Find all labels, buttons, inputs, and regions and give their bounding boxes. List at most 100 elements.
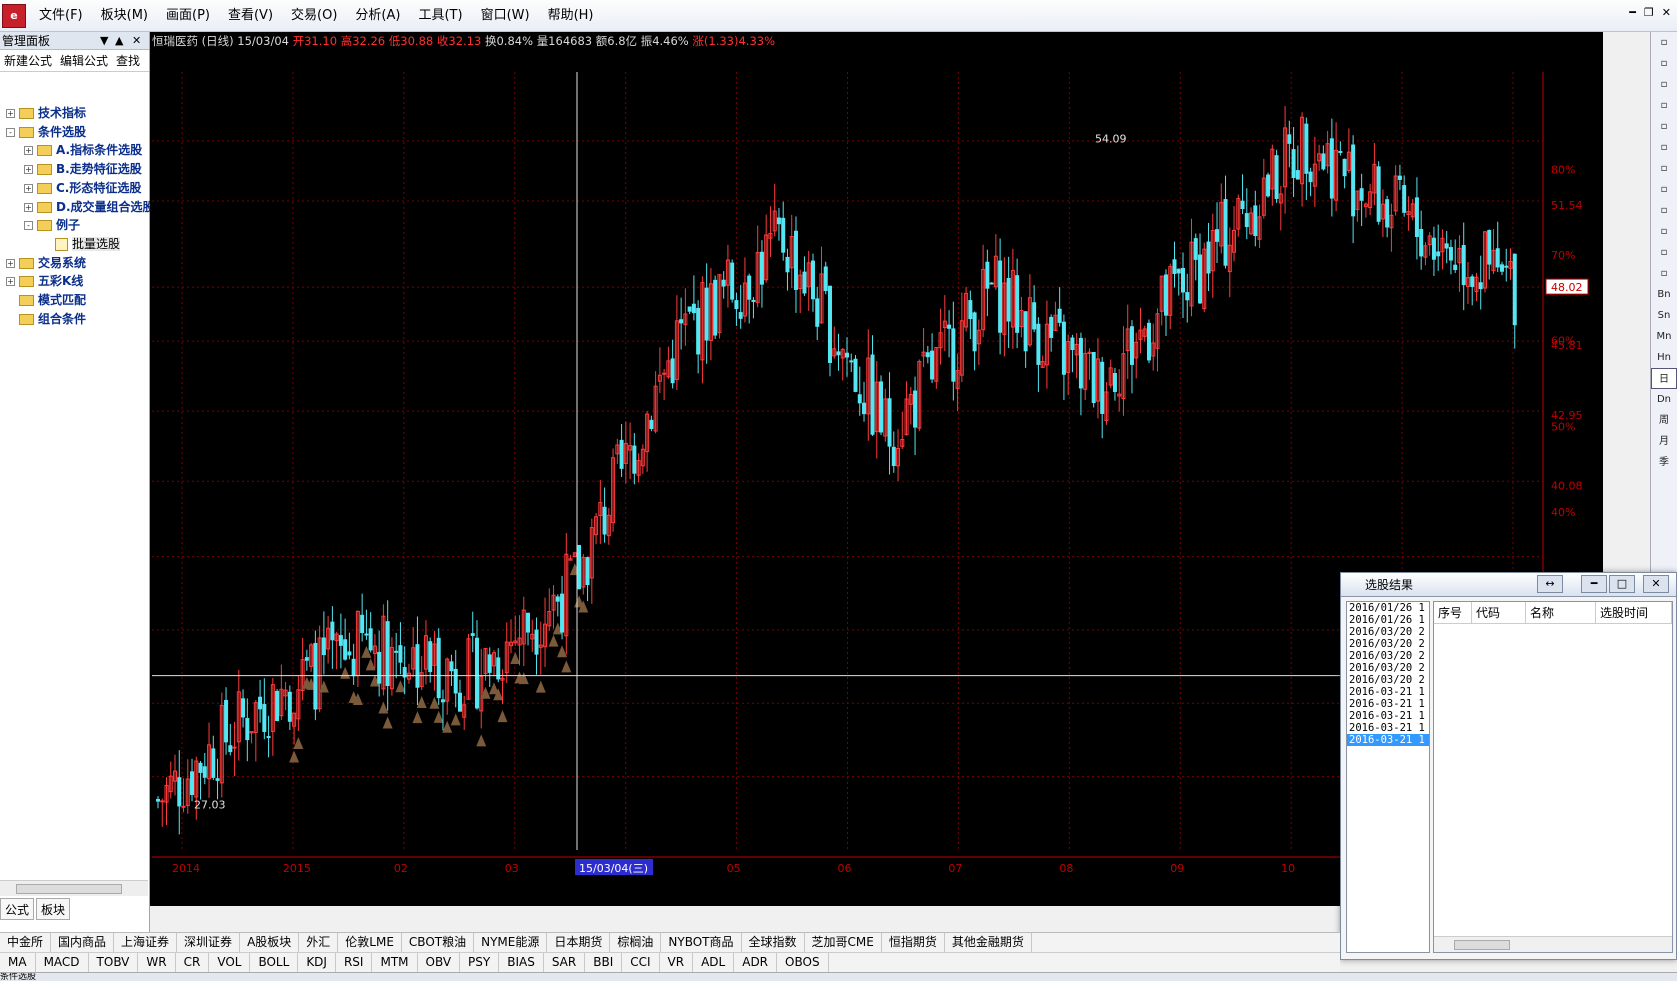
expand-toggle-icon[interactable]: + <box>6 258 15 268</box>
indicator-tab[interactable]: CCI <box>622 953 660 972</box>
indicator-tab[interactable]: WR <box>138 953 176 972</box>
indicator-tab[interactable]: SAR <box>544 953 586 972</box>
toolbar-icon[interactable]: ▫ <box>1651 221 1677 242</box>
menu-2[interactable]: 画面(P) <box>157 0 219 32</box>
period-button[interactable]: Dn <box>1651 389 1677 410</box>
panel-scrollbar[interactable] <box>0 880 148 896</box>
column-header[interactable]: 代码 <box>1472 602 1526 623</box>
toolbar-icon[interactable]: ▫ <box>1651 53 1677 74</box>
panel-tab-0[interactable]: 公式 <box>0 898 35 920</box>
menu-0[interactable]: 文件(F) <box>30 0 92 32</box>
indicator-tab[interactable]: OBOS <box>777 953 829 972</box>
close-icon[interactable]: ✕ <box>1662 6 1671 19</box>
result-list-item[interactable]: 2016/03/20 2 <box>1347 650 1429 662</box>
toolbar-icon[interactable]: ▫ <box>1651 158 1677 179</box>
result-list-item[interactable]: 2016/03/20 2 <box>1347 638 1429 650</box>
restore-icon[interactable]: ❐ <box>1644 6 1654 19</box>
toolbar-button-0[interactable]: 新建公式 <box>4 52 52 69</box>
scroll-thumb[interactable] <box>16 884 122 894</box>
indicator-tab[interactable]: BIAS <box>499 953 544 972</box>
result-list-item[interactable]: 2016/03/20 2 <box>1347 674 1429 686</box>
menu-3[interactable]: 查看(V) <box>219 0 282 32</box>
indicator-tab[interactable]: PSY <box>460 953 500 972</box>
result-list-item[interactable]: 2016/03/20 2 <box>1347 626 1429 638</box>
result-list-item[interactable]: 2016-03-21 1 <box>1347 710 1429 722</box>
period-button[interactable]: 周 <box>1651 410 1677 431</box>
period-button[interactable]: Mn <box>1651 326 1677 347</box>
tree-item[interactable]: - 条件选股 <box>6 123 86 142</box>
tree-item[interactable]: + 五彩K线 <box>6 272 83 291</box>
result-date-list[interactable]: 2016/01/26 1 2016/01/26 1 2016/03/20 2 2016… <box>1346 601 1430 953</box>
toolbar-button-2[interactable]: 查找 <box>116 52 140 69</box>
market-tab[interactable]: 日本期货 <box>547 933 611 952</box>
market-tab[interactable]: 深圳证券 <box>177 933 241 952</box>
indicator-tab[interactable]: CR <box>176 953 210 972</box>
indicator-tab[interactable]: BBI <box>585 953 623 972</box>
result-window-title-bar[interactable]: 选股结果 ↔ ━ □ ✕ <box>1341 573 1676 597</box>
toolbar-icon[interactable]: ▫ <box>1651 263 1677 284</box>
expand-toggle-icon[interactable]: - <box>24 221 33 231</box>
column-header[interactable]: 选股时间 <box>1596 602 1672 623</box>
tree-item[interactable]: 组合条件 <box>6 310 86 329</box>
menu-5[interactable]: 分析(A) <box>346 0 409 32</box>
result-list-item[interactable]: 2016-03-21 1 <box>1347 722 1429 734</box>
expand-toggle-icon[interactable]: + <box>6 109 15 118</box>
tree-item[interactable]: + A.指标条件选股 <box>24 141 142 160</box>
menu-1[interactable]: 板块(M) <box>92 0 157 32</box>
market-tab[interactable]: NYME能源 <box>474 933 548 952</box>
menu-4[interactable]: 交易(O) <box>282 0 346 32</box>
pin-icon[interactable]: ▲ <box>115 32 123 50</box>
menu-7[interactable]: 窗口(W) <box>472 0 539 32</box>
toolbar-icon[interactable]: ▫ <box>1651 200 1677 221</box>
indicator-tab[interactable]: ADL <box>693 953 735 972</box>
swap-icon[interactable]: ↔ <box>1537 575 1563 593</box>
indicator-tab[interactable]: MACD <box>36 953 89 972</box>
indicator-tab[interactable]: ADR <box>734 953 778 972</box>
period-button[interactable]: Bn <box>1651 284 1677 305</box>
toolbar-button-1[interactable]: 编辑公式 <box>60 52 108 69</box>
result-table[interactable]: 序号 代码 名称 选股时间 <box>1433 601 1673 953</box>
result-list-item[interactable]: 2016-03-21 1 <box>1347 698 1429 710</box>
period-button[interactable]: Hn <box>1651 347 1677 368</box>
expand-toggle-icon[interactable]: + <box>24 146 33 156</box>
toolbar-icon[interactable]: ▫ <box>1651 32 1677 53</box>
indicator-tab[interactable]: VOL <box>209 953 251 972</box>
menu-8[interactable]: 帮助(H) <box>539 0 603 32</box>
tree-item[interactable]: 模式匹配 <box>6 291 86 310</box>
tree-item[interactable]: 批量选股 <box>42 235 121 254</box>
result-list-item[interactable]: 2016/01/26 1 <box>1347 602 1429 614</box>
minimize-icon[interactable]: ━ <box>1629 6 1636 19</box>
toolbar-icon[interactable]: ▫ <box>1651 179 1677 200</box>
market-tab[interactable]: 棕榈油 <box>610 933 662 952</box>
indicator-tab[interactable]: VR <box>660 953 694 972</box>
result-list-item[interactable]: 2016/01/26 1 <box>1347 614 1429 626</box>
result-scrollbar[interactable] <box>1434 936 1672 952</box>
indicator-tab[interactable]: RSI <box>336 953 373 972</box>
indicator-tab[interactable]: TOBV <box>89 953 139 972</box>
tree-item[interactable]: + 交易系统 <box>6 254 86 273</box>
panel-menu-icon[interactable]: ▼ <box>100 32 108 50</box>
period-button[interactable]: 月 <box>1651 431 1677 452</box>
expand-toggle-icon[interactable]: + <box>24 165 33 175</box>
column-header[interactable]: 序号 <box>1434 602 1472 623</box>
panel-tab-1[interactable]: 板块 <box>36 898 71 920</box>
toolbar-icon[interactable]: ▫ <box>1651 116 1677 137</box>
indicator-tab[interactable]: MTM <box>372 953 418 972</box>
market-tab[interactable]: 国内商品 <box>51 933 115 952</box>
market-tab[interactable]: NYBOT商品 <box>661 933 742 952</box>
market-tab[interactable]: A股板块 <box>240 933 300 952</box>
toolbar-icon[interactable]: ▫ <box>1651 137 1677 158</box>
market-tab[interactable]: 芝加哥CME <box>805 933 882 952</box>
market-tab[interactable]: 外汇 <box>299 933 339 952</box>
menu-6[interactable]: 工具(T) <box>409 0 471 32</box>
result-list-item[interactable]: 2016/03/20 2 <box>1347 662 1429 674</box>
period-button[interactable]: 季 <box>1651 452 1677 473</box>
market-tab[interactable]: 伦敦LME <box>338 933 402 952</box>
market-tab[interactable]: 恒指期货 <box>882 933 945 952</box>
expand-toggle-icon[interactable]: + <box>24 202 33 212</box>
minimize-icon[interactable]: ━ <box>1581 575 1607 593</box>
toolbar-icon[interactable]: ▫ <box>1651 95 1677 116</box>
indicator-tab[interactable]: KDJ <box>298 953 336 972</box>
market-tab[interactable]: 中金所 <box>0 933 52 952</box>
period-button[interactable]: Sn <box>1651 305 1677 326</box>
